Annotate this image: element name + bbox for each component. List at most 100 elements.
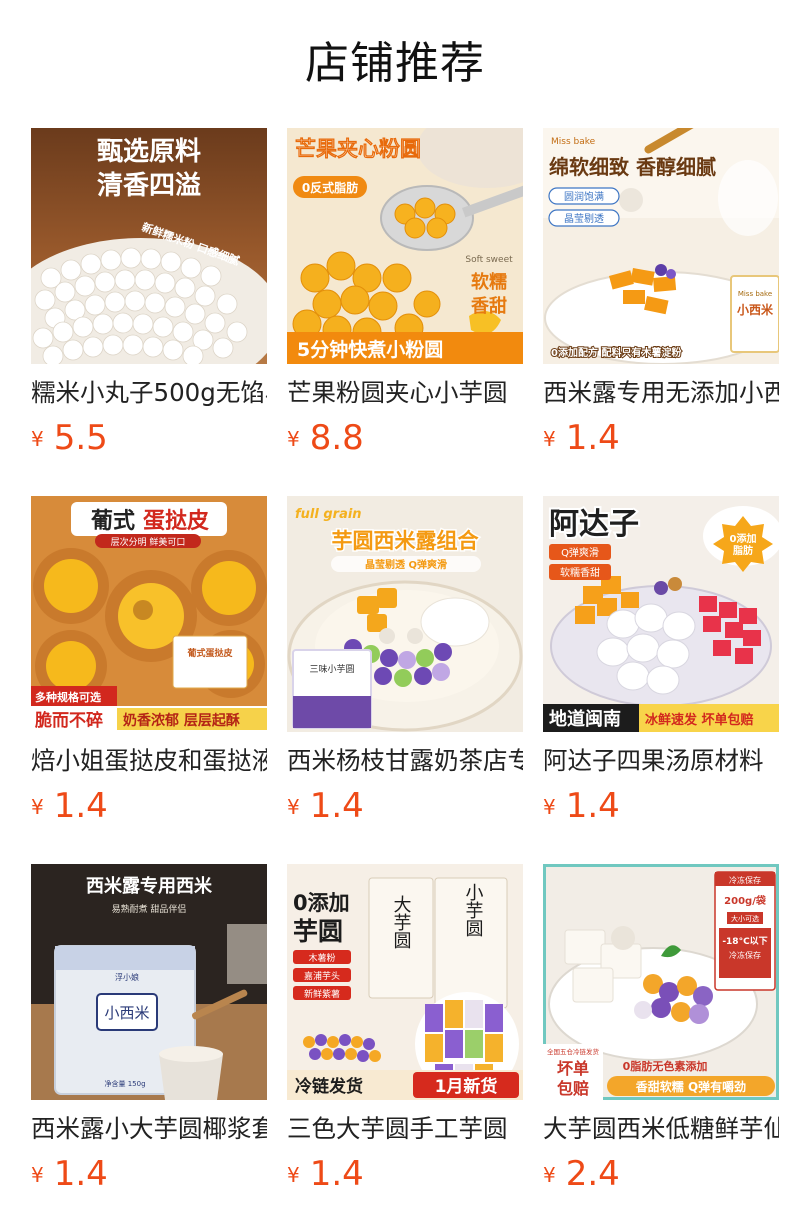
img-tag-1: Q弹爽滑 [561,546,599,559]
product-image[interactable]: Miss bake 小西米 Miss bake 绵软细致 香醇细腻 圆润饱满 晶… [543,128,779,364]
img-label-5: 冷冻保存 [729,950,761,960]
product-price: ¥1.4 [543,416,620,460]
img-pack: 小西米 [104,1004,149,1022]
img-script: full grain [295,507,362,522]
product-name[interactable]: 西米露小大芋圆椰浆套装 [31,1111,267,1147]
img-corner-small: 全国五仓冷链发货 [547,1047,600,1056]
three-color-taro-photo: 大芋圆 小芋圆 0添加 芋圆 木薯粉 嘉浦芋头 新鲜紫薯 冷链发货 1月新货 [287,864,523,1100]
img-footer-left: 冷链发货 [295,1076,363,1097]
img-headline-1: 葡式 [90,509,135,534]
currency-symbol: ¥ [31,795,44,819]
currency-symbol: ¥ [31,427,44,451]
price-value: 1.4 [309,1154,364,1194]
img-red-big: 脆而不碎 [34,710,103,731]
product-card[interactable]: 葡式蛋挞皮 葡式 蛋挞皮 层次分明 鲜美可口 多种规格可选 脆而不碎 奶香浓郁 … [31,496,267,826]
img-badge: 0反式脂肪 [302,180,358,195]
img-pack: 三味小芋圆 [309,663,354,675]
img-headline: 绵软细致 香醇细腻 [549,155,716,179]
img-label-4: -18°C以下 [722,936,767,947]
img-footer: 0添加配方 配料只有木薯淀粉 [551,346,681,359]
sago-pack-photo: 小西米 浮小娘 净含量 150g 西米露专用西米 易熟耐煮 甜品伴侣 [31,864,267,1100]
product-card[interactable]: 冷冻保存 200g/袋 大小可选 -18°C以下 冷冻保存 全国五仓冷链发货 坏… [543,864,779,1194]
img-red-tag: 多种规格可选 [35,690,101,704]
product-name[interactable]: 西米露专用无添加小西米 [543,375,779,411]
img-pack-brand: Miss bake [738,290,772,298]
product-image[interactable]: 小西米 浮小娘 净含量 150g 西米露专用西米 易熟耐煮 甜品伴侣 [31,864,267,1100]
img-side-1: 软糯 [471,271,507,293]
product-price: ¥5.5 [31,416,108,460]
img-tag-1: 木薯粉 [308,952,335,964]
img-pack-2: 小芋圆 [463,883,484,937]
product-price: ¥1.4 [31,784,108,828]
product-card[interactable]: Miss bake 小西米 Miss bake 绵软细致 香醇细腻 圆润饱满 晶… [543,128,779,458]
img-headline-2: 蛋挞皮 [143,508,209,534]
sago-dessert-photo: Miss bake 小西米 Miss bake 绵软细致 香醇细腻 圆润饱满 晶… [543,128,779,364]
img-footer-right: 冰鲜速发 坏单包赔 [645,712,754,728]
price-value: 1.4 [53,1154,108,1194]
product-card[interactable]: 小西米 浮小娘 净含量 150g 西米露专用西米 易熟耐煮 甜品伴侣 西米露小大… [31,864,267,1194]
img-headline-2: 清香四溢 [97,171,201,201]
product-name[interactable]: 芒果粉圆夹心小芋圆 [287,375,523,411]
img-footer: 奶香浓郁 层层起酥 [123,712,240,729]
img-strip-top: 0脂肪无色素添加 [623,1059,708,1073]
product-image[interactable]: 甄选原料 清香四溢 新鲜糯米粉 口感细腻 [31,128,267,364]
product-image[interactable]: 三味小芋圆 full grain 芋圆西米露组合 晶莹剔透 Q弹爽滑 [287,496,523,732]
product-name[interactable]: 阿达子四果汤原材料 [543,743,779,779]
price-value: 5.5 [53,418,108,458]
img-weight: 净含量 150g [104,1079,145,1088]
img-pack-1: 大芋圆 [391,895,412,949]
product-price: ¥2.4 [543,1152,620,1196]
img-side-small: Soft sweet [465,255,513,265]
img-tag-2: 嘉浦芋头 [304,970,340,982]
img-brand: Miss bake [551,137,596,147]
product-card[interactable]: 阿达子 Q弹爽滑 软糯香甜 0添加 脂肪 地道闽南 冰鲜速发 坏单包赔 阿达子四… [543,496,779,826]
img-badge-1: 0添加 [730,532,757,545]
img-sub: 层次分明 鲜美可口 [111,536,186,548]
img-corner-big-2: 包赔 [557,1079,589,1098]
price-value: 2.4 [565,1154,620,1194]
section-title: 店铺推荐 [305,38,485,89]
product-card[interactable]: 甄选原料 清香四溢 新鲜糯米粉 口感细腻 糯米小丸子500g无馅小汤圆 ¥5.5 [31,128,267,458]
img-label-3: 大小可选 [731,914,759,923]
img-sub: 易熟耐煮 甜品伴侣 [112,903,187,915]
currency-symbol: ¥ [543,795,556,819]
img-headline-1: 甄选原料 [97,137,201,167]
img-tag-2: 软糯香甜 [560,566,600,579]
img-headline: 芒果夹心粉圆 [295,137,421,161]
img-headline-2: 芋圆 [293,917,343,946]
currency-symbol: ¥ [543,1163,556,1187]
img-pack: 小西米 [737,302,774,317]
product-name[interactable]: 糯米小丸子500g无馅小汤圆 [31,375,267,411]
img-sub: 晶莹剔透 Q弹爽滑 [365,558,447,571]
currency-symbol: ¥ [287,795,300,819]
product-image[interactable]: 芒果夹心粉圆 0反式脂肪 Soft sweet 软糯 香甜 5分钟快煮小粉圆 [287,128,523,364]
product-name[interactable]: 大芋圆西米低糖鲜芋仙 [543,1111,779,1147]
egg-tart-photo: 葡式蛋挞皮 葡式 蛋挞皮 层次分明 鲜美可口 多种规格可选 脆而不碎 奶香浓郁 … [31,496,267,732]
img-badge-2: 脂肪 [732,544,753,557]
price-value: 1.4 [309,786,364,826]
tangyuan-photo: 甄选原料 清香四溢 新鲜糯米粉 口感细腻 [31,128,267,364]
img-footer-left: 地道闽南 [549,708,621,730]
product-image[interactable]: 冷冻保存 200g/袋 大小可选 -18°C以下 冷冻保存 全国五仓冷链发货 坏… [543,864,779,1100]
img-corner-big-1: 坏单 [557,1059,589,1078]
product-image[interactable]: 葡式蛋挞皮 葡式 蛋挞皮 层次分明 鲜美可口 多种规格可选 脆而不碎 奶香浓郁 … [31,496,267,732]
adazi-dessert-photo: 阿达子 Q弹爽滑 软糯香甜 0添加 脂肪 地道闽南 冰鲜速发 坏单包赔 [543,496,779,732]
img-strip-bottom: 香甜软糯 Q弹有嚼劲 [635,1079,746,1094]
product-price: ¥8.8 [287,416,364,460]
img-footer-right: 1月新货 [435,1076,498,1097]
product-image[interactable]: 阿达子 Q弹爽滑 软糯香甜 0添加 脂肪 地道闽南 冰鲜速发 坏单包赔 [543,496,779,732]
product-price: ¥1.4 [31,1152,108,1196]
price-value: 1.4 [565,786,620,826]
product-name[interactable]: 三色大芋圆手工芋圆 [287,1111,523,1147]
product-card[interactable]: 芒果夹心粉圆 0反式脂肪 Soft sweet 软糯 香甜 5分钟快煮小粉圆 芒… [287,128,523,458]
price-value: 1.4 [565,418,620,458]
img-tag-1: 圆润饱满 [564,190,604,203]
product-name[interactable]: 焙小姐蛋挞皮和蛋挞液 [31,743,267,779]
img-pack: 葡式蛋挞皮 [186,647,233,659]
taro-balls-bowl-photo: 三味小芋圆 full grain 芋圆西米露组合 晶莹剔透 Q弹爽滑 [287,496,523,732]
product-image[interactable]: 大芋圆 小芋圆 0添加 芋圆 木薯粉 嘉浦芋头 新鲜紫薯 冷链发货 1月新货 [287,864,523,1100]
product-card[interactable]: 三味小芋圆 full grain 芋圆西米露组合 晶莹剔透 Q弹爽滑 西米杨枝甘… [287,496,523,826]
product-name[interactable]: 西米杨枝甘露奶茶店专用 [287,743,523,779]
product-card[interactable]: 大芋圆 小芋圆 0添加 芋圆 木薯粉 嘉浦芋头 新鲜紫薯 冷链发货 1月新货 三… [287,864,523,1194]
taro-dessert-bowl-photo: 冷冻保存 200g/袋 大小可选 -18°C以下 冷冻保存 全国五仓冷链发货 坏… [543,864,779,1100]
